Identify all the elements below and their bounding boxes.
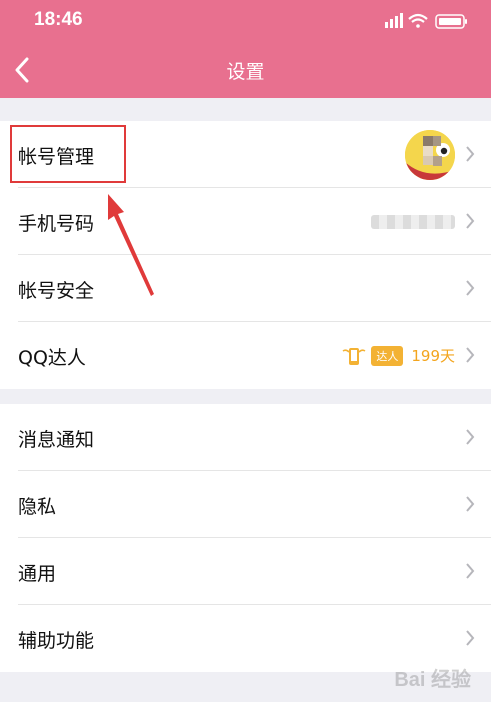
row-label: 消息通知 (18, 429, 95, 451)
row-qq-talent[interactable]: QQ达人 达人 199天 (0, 322, 491, 389)
annotation-highlight-box (10, 125, 126, 183)
row-label: QQ达人 (18, 347, 86, 369)
row-general[interactable]: 通用 (0, 538, 491, 605)
signal-icon (385, 13, 403, 28)
chevron-right-icon (466, 280, 475, 296)
talent-days: 199天 (411, 347, 455, 365)
row-phone-number[interactable]: 手机号码 (0, 188, 491, 255)
chevron-right-icon (466, 496, 475, 512)
chevron-right-icon (466, 429, 475, 445)
watermark: Bai 经验 (394, 669, 471, 691)
row-account-security[interactable]: 帐号安全 (0, 255, 491, 322)
row-label: 隐私 (18, 496, 57, 518)
nav-bar: 设置 (0, 42, 491, 98)
annotation-arrow (108, 194, 154, 296)
wifi-icon (408, 13, 428, 28)
avatar (405, 129, 455, 180)
page-title: 设置 (226, 61, 265, 83)
row-label: 手机号码 (18, 213, 95, 235)
status-time: 18:46 (34, 9, 83, 30)
row-privacy[interactable]: 隐私 (0, 471, 491, 538)
chevron-right-icon (466, 630, 475, 646)
talent-phone-icon (342, 347, 366, 365)
row-notifications[interactable]: 消息通知 (0, 404, 491, 471)
status-bar: 18:46 (0, 0, 491, 42)
row-accessibility[interactable]: 辅助功能 (0, 605, 491, 672)
settings-group-general: 消息通知 隐私 通用 辅助功能 (0, 404, 491, 672)
chevron-right-icon (466, 213, 475, 229)
talent-badge: 达人 199天 (341, 345, 455, 367)
status-icons (385, 12, 471, 30)
row-label: 帐号安全 (18, 280, 95, 302)
chevron-right-icon (466, 563, 475, 579)
chevron-right-icon (466, 146, 475, 162)
chevron-right-icon (466, 347, 475, 363)
talent-tag: 达人 (371, 345, 404, 366)
row-label: 通用 (18, 563, 57, 585)
phone-number-value (371, 214, 455, 229)
battery-icon (435, 14, 467, 29)
row-label: 辅助功能 (18, 630, 95, 652)
